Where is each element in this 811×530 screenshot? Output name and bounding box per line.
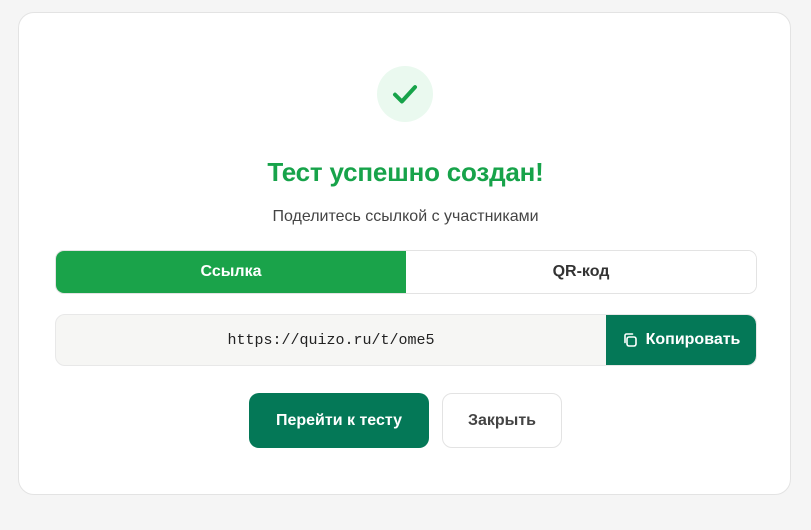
success-dialog: Тест успешно создан! Поделитесь ссылкой … xyxy=(18,12,791,495)
dialog-subtitle: Поделитесь ссылкой с участниками xyxy=(272,208,539,225)
close-button[interactable]: Закрыть xyxy=(442,393,562,448)
go-to-test-button[interactable]: Перейти к тесту xyxy=(249,393,429,448)
copy-button-label: Копировать xyxy=(645,331,741,348)
share-tabs: Ссылка QR-код xyxy=(55,250,757,294)
dialog-title: Тест успешно создан! xyxy=(267,157,544,187)
tab-link[interactable]: Ссылка xyxy=(56,251,406,293)
check-icon xyxy=(393,85,417,104)
copy-button[interactable]: Копировать xyxy=(606,315,756,365)
copy-icon xyxy=(623,333,637,347)
tab-qr-code[interactable]: QR-код xyxy=(406,251,756,293)
share-link-field: https://quizo.ru/t/ome5 Копировать xyxy=(55,314,757,366)
success-icon-badge xyxy=(377,66,433,122)
share-url[interactable]: https://quizo.ru/t/ome5 xyxy=(56,315,606,365)
dialog-actions: Перейти к тесту Закрыть xyxy=(249,393,562,448)
